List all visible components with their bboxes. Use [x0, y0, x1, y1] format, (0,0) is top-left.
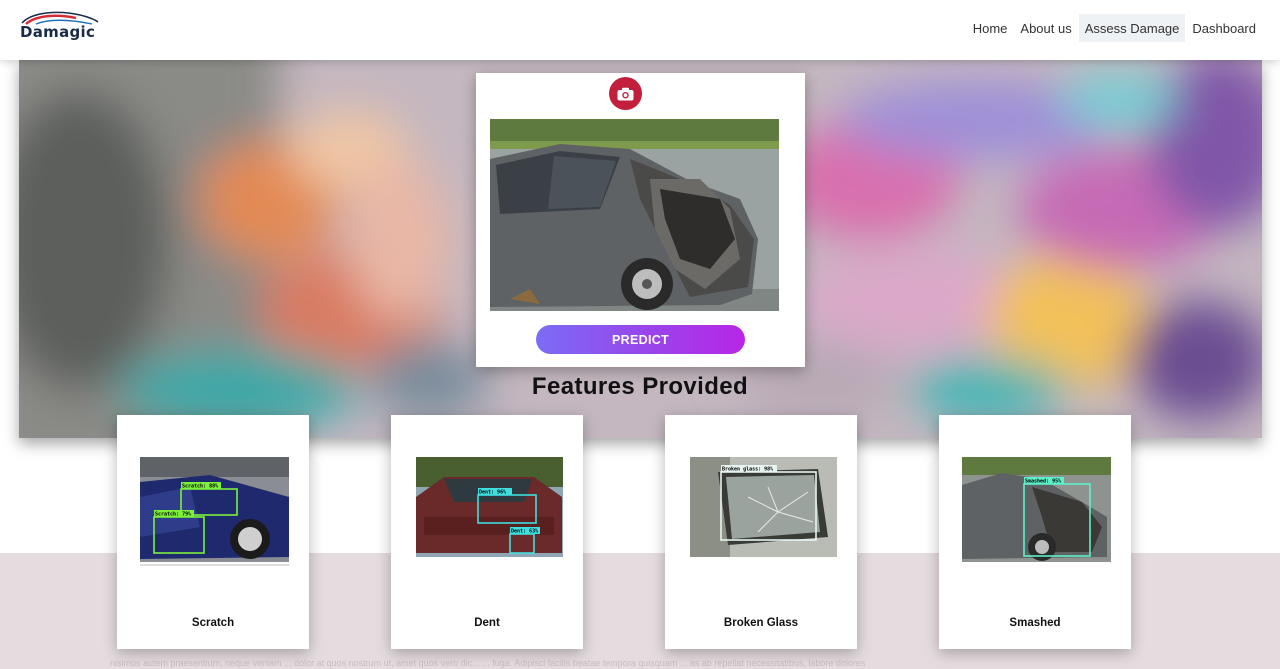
feature-label-broken-glass: Broken Glass [723, 617, 799, 629]
brand-logo[interactable]: Damagic [18, 9, 102, 43]
upload-card: PREDICT [476, 73, 805, 367]
feature-label-scratch: Scratch [191, 617, 235, 629]
predict-button[interactable]: PREDICT [536, 325, 745, 354]
feature-label-dent: Dent [474, 617, 500, 629]
feature-card-smashed[interactable]: Smashed: 95% Smashed [939, 415, 1131, 649]
feature-card-broken-glass[interactable]: Broken glass: 98% Broken Glass [665, 415, 857, 649]
scratch-detection-1-tag: Scratch: 88% [182, 484, 218, 490]
navbar: Damagic Home About us Assess Damage Dash… [0, 0, 1280, 60]
camera-icon [617, 87, 634, 100]
features-title: Features Provided [531, 373, 749, 400]
broken-glass-example-image: Broken glass: 98% [688, 457, 837, 569]
nav-dashboard[interactable]: Dashboard [1186, 14, 1262, 42]
nav-about-us[interactable]: About us [1014, 14, 1077, 42]
dent-example-image: Dent: 96% Dent: 63% [414, 457, 563, 569]
dent-detection-2-tag: Dent: 63% [511, 529, 538, 535]
nav-home[interactable]: Home [967, 14, 1014, 42]
main-nav: Home About us Assess Damage Dashboard [966, 14, 1262, 42]
feature-card-scratch[interactable]: Scratch: 88% Scratch: 79% Scratch [117, 415, 309, 649]
dent-detection-1-tag: Dent: 96% [479, 490, 506, 496]
brand-name: Damagic [20, 23, 96, 41]
scratch-detection-2-tag: Scratch: 79% [155, 512, 191, 518]
feature-label-smashed: Smashed [1009, 617, 1061, 629]
smashed-example-image: Smashed: 95% [962, 457, 1111, 569]
uploaded-image-preview [490, 119, 779, 311]
glass-detection-1-tag: Broken glass: 98% [722, 467, 773, 473]
scratch-example-image: Scratch: 88% Scratch: 79% [140, 457, 289, 569]
feature-card-dent[interactable]: Dent: 96% Dent: 63% Dent [391, 415, 583, 649]
camera-upload-button[interactable] [609, 77, 642, 110]
nav-assess-damage[interactable]: Assess Damage [1078, 14, 1186, 42]
footer-lorem-text: nisimus autem praesentium, neque veniam … [110, 658, 866, 668]
smashed-detection-1-tag: Smashed: 95% [1025, 479, 1061, 485]
